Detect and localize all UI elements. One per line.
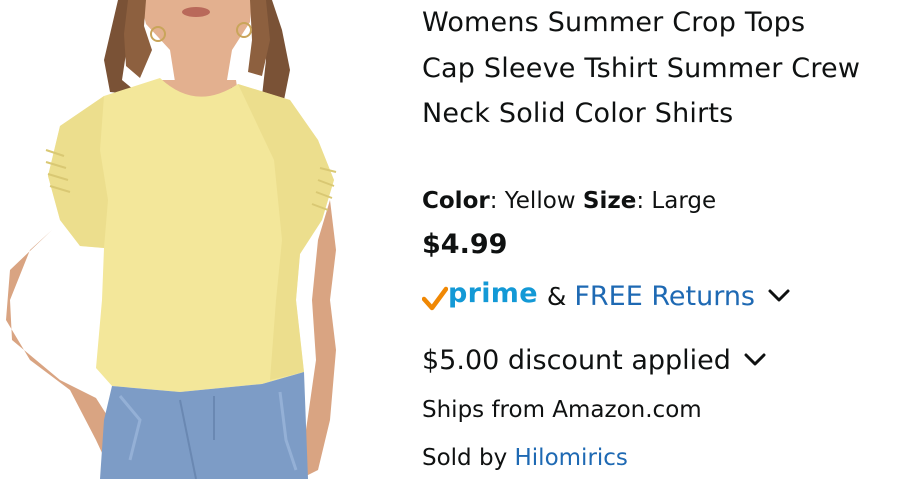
size-value: Large (651, 188, 717, 214)
chevron-down-icon (768, 289, 790, 302)
size-label: Size (582, 188, 637, 214)
discount-text: $5.00 discount applied (422, 344, 731, 376)
chevron-down-icon (744, 353, 766, 366)
discount-expand-button[interactable] (743, 352, 767, 368)
variation-line: Color: Yellow Size: Large (422, 185, 716, 217)
ampersand: & (546, 281, 567, 311)
seller-link[interactable]: Hilomirics (515, 445, 628, 471)
free-returns-link[interactable]: FREE Returns (574, 281, 755, 312)
prime-delivery-row: prime & FREE Returns (422, 276, 791, 316)
price: $4.99 (422, 229, 508, 260)
color-colon: : (489, 188, 505, 214)
discount-row[interactable]: $5.00 discount applied (422, 340, 767, 380)
size-colon: : (636, 188, 652, 214)
prime-logo: prime (422, 277, 538, 312)
product-image[interactable] (0, 0, 405, 479)
color-value: Yellow (504, 188, 576, 214)
returns-expand-button[interactable] (767, 288, 791, 304)
sold-by-prefix: Sold by (422, 445, 508, 471)
prime-checkmark-icon (422, 286, 448, 310)
color-label: Color (422, 188, 490, 214)
ships-from: Ships from Amazon.com (422, 397, 702, 423)
product-summary-card: Womens Summer Crop Tops Cap Sleeve Tshir… (0, 0, 912, 479)
prime-wordmark: prime (448, 277, 538, 309)
sold-by: Sold by Hilomirics (422, 441, 628, 475)
product-title[interactable]: Womens Summer Crop Tops Cap Sleeve Tshir… (422, 0, 862, 137)
